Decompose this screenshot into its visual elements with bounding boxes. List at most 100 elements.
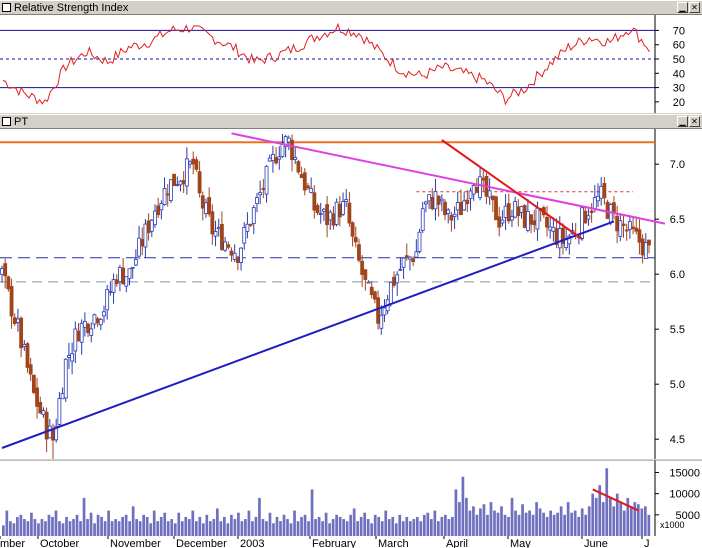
volume-bar	[373, 514, 377, 536]
volume-bar	[517, 514, 521, 536]
candle-body	[181, 180, 186, 185]
price-chart: 7.0 6.5 6.0 5.5 5.0 4.5	[0, 129, 702, 459]
candle-body	[398, 268, 403, 271]
candle-body	[589, 210, 594, 214]
candle-body	[31, 374, 36, 393]
candle-body	[60, 393, 65, 400]
close-icon[interactable]: ✕	[689, 116, 700, 127]
volume-bar	[489, 502, 493, 536]
rsi-panel-title: Relative Strength Index	[14, 2, 129, 14]
x-tick-label: 2003	[240, 538, 264, 548]
volume-bar	[286, 519, 289, 536]
volume-bar	[328, 523, 331, 536]
volume-bar	[103, 521, 107, 536]
candle-body	[634, 227, 639, 232]
volume-bar	[79, 521, 82, 536]
candle-body	[411, 258, 416, 263]
candle-body	[191, 158, 196, 165]
volume-bar	[331, 519, 335, 536]
candle-body	[3, 263, 8, 277]
volume-bar	[307, 521, 310, 536]
candle-body	[624, 229, 629, 232]
price-tick-label: 5.0	[670, 379, 685, 391]
volume-bar	[321, 521, 324, 536]
price-tick-label: 4.5	[670, 434, 685, 446]
volume-bar	[380, 521, 384, 536]
minimize-icon[interactable]: ▁	[677, 116, 688, 127]
candle-body	[548, 226, 553, 231]
candle-body	[481, 177, 486, 181]
candle-body	[414, 251, 419, 258]
candle-body	[379, 314, 384, 329]
volume-bar	[61, 523, 65, 536]
candle-body	[506, 203, 511, 222]
close-icon[interactable]: ✕	[689, 2, 700, 13]
volume-bar	[205, 514, 209, 536]
volume-bar	[458, 502, 461, 536]
volume-bar	[408, 521, 412, 536]
candle-body	[153, 210, 157, 226]
volume-bar	[433, 510, 437, 536]
candle-body	[57, 398, 62, 425]
volume-bar	[37, 523, 40, 536]
candle-body	[111, 279, 116, 293]
x-tick-label: October	[40, 538, 79, 548]
price-tick-label: 5.5	[670, 324, 685, 336]
candle-body	[487, 190, 492, 198]
volume-bar	[394, 523, 398, 536]
candle-body	[226, 244, 231, 248]
volume-bar	[391, 516, 395, 536]
candle-body	[599, 185, 604, 199]
volume-bar	[261, 519, 265, 536]
x-tick-label: J	[644, 538, 650, 548]
volume-bar	[170, 519, 174, 536]
candle-body	[392, 276, 396, 286]
candle-body	[586, 215, 591, 220]
volume-bar	[187, 519, 191, 536]
candle-body	[522, 205, 527, 228]
volume-bar	[121, 516, 124, 536]
candle-body	[235, 256, 240, 263]
x-tick-label: May	[510, 538, 531, 548]
candle-body	[19, 317, 24, 349]
volume-bar	[272, 523, 275, 536]
candle-body	[12, 317, 17, 325]
candle-body	[449, 214, 454, 221]
candle-body	[140, 239, 145, 247]
volume-bar	[107, 510, 110, 536]
price-panel-titlebar[interactable]: PT ▁ ✕	[0, 114, 702, 129]
volume-bar	[601, 502, 605, 536]
candle-body	[525, 211, 530, 231]
volume-bar	[401, 521, 405, 536]
candle-body	[602, 183, 607, 199]
volume-bar	[93, 523, 96, 536]
volume-bar	[475, 514, 479, 536]
candle-body	[337, 204, 342, 218]
volume-bar	[152, 510, 156, 536]
candle-body	[545, 217, 549, 228]
volume-bar	[584, 514, 588, 536]
volume-bar	[5, 510, 9, 536]
candle-body	[159, 203, 164, 211]
minimize-icon[interactable]: ▁	[677, 2, 688, 13]
candle-body	[38, 402, 43, 414]
candle-body	[474, 186, 479, 193]
volume-bar	[128, 521, 131, 536]
candle-body	[627, 221, 632, 230]
volume-bar	[426, 512, 430, 536]
candle-body	[637, 229, 642, 243]
x-tick-label: March	[378, 538, 409, 548]
rsi-panel-titlebar[interactable]: Relative Strength Index ▁ ✕	[0, 0, 702, 15]
volume-bar	[500, 506, 503, 536]
candle-body	[67, 355, 71, 358]
volume-bar	[303, 514, 307, 536]
candle-body	[468, 190, 473, 199]
candle-body	[497, 216, 502, 228]
candle-body	[583, 210, 588, 224]
volume-bar	[493, 510, 496, 536]
candle-body	[618, 220, 623, 237]
volume-bar	[594, 497, 598, 536]
candle-body	[490, 195, 495, 201]
volume-bar	[177, 512, 181, 536]
volume-bar	[352, 508, 356, 536]
